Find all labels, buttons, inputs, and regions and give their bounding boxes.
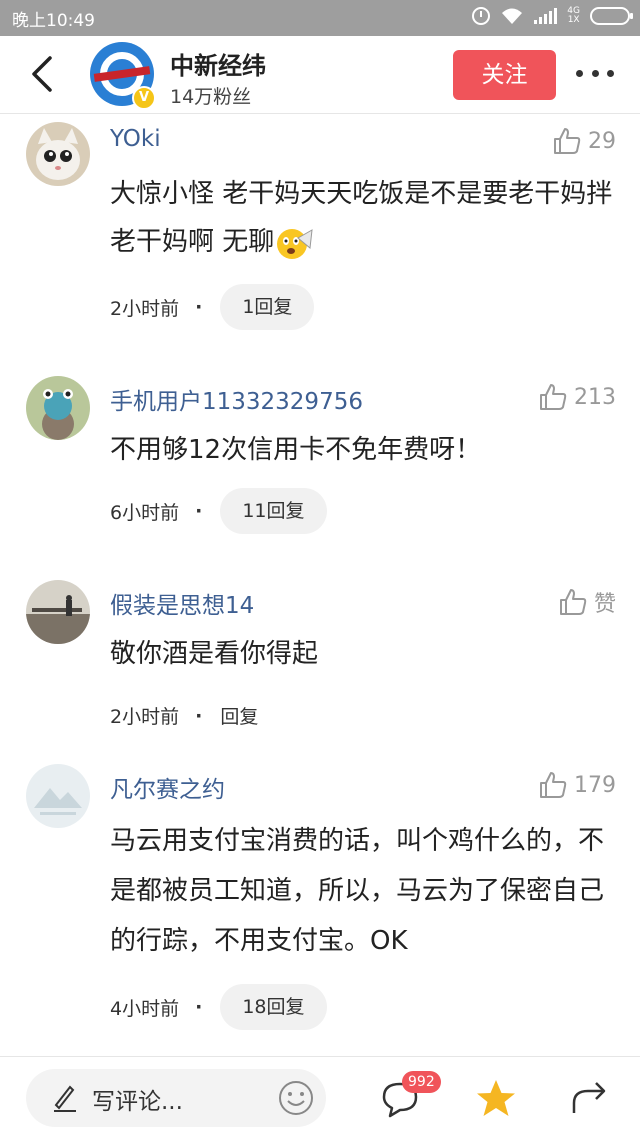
battery-icon — [590, 7, 633, 25]
favorite-star-icon[interactable] — [474, 1077, 518, 1121]
bottom-action-bar: 写评论... 992 — [0, 1056, 640, 1138]
comment-time: 2小时前 — [110, 706, 180, 728]
like-count: 29 — [588, 128, 616, 154]
like-count: 赞 — [593, 592, 616, 617]
comment-username[interactable]: YOki — [110, 126, 161, 152]
pen-icon — [54, 1085, 76, 1112]
comment-text: 大惊小怪 老干妈天天吃饭是不是要老干妈拌老干妈啊 无聊 — [110, 170, 620, 266]
separator-dot: · — [195, 996, 203, 1018]
alarm-icon — [472, 7, 491, 25]
separator-dot: · — [195, 296, 203, 318]
write-comment-placeholder: 写评论... — [92, 1089, 183, 1115]
user-avatar[interactable] — [26, 376, 90, 440]
reply-button[interactable]: 11回复 — [220, 488, 327, 534]
back-arrow-icon — [32, 56, 52, 92]
status-bar: 晚上10:49 4G 1X — [0, 0, 640, 36]
comment-text: 不用够12次信用卡不免年费呀！ — [110, 435, 482, 465]
like-button[interactable]: 179 — [538, 770, 616, 800]
emoji-icon — [277, 228, 313, 259]
verified-badge: V — [132, 86, 156, 110]
account-name[interactable]: 中新经纬 — [170, 46, 266, 81]
thumbs-up-icon — [554, 128, 581, 154]
default-user-avatar-icon — [26, 376, 90, 440]
signal-icon — [534, 8, 558, 24]
thumbs-up-icon — [559, 589, 587, 615]
cat-avatar-icon — [26, 122, 90, 186]
network-type: 4G 1X — [567, 6, 580, 25]
status-time: 晚上10:49 — [12, 11, 95, 31]
comment-text: 敬你酒是看你得起 — [110, 639, 319, 669]
thumbs-up-icon — [540, 772, 567, 798]
back-button[interactable] — [26, 54, 62, 94]
status-icons: 4G 1X — [472, 6, 633, 26]
reply-button[interactable]: 18回复 — [220, 984, 327, 1030]
comment-time: 4小时前 — [110, 997, 180, 1020]
separator-dot: · — [195, 704, 203, 727]
separator-dot: · — [195, 500, 203, 522]
user-avatar[interactable] — [26, 764, 90, 828]
comment-username[interactable]: 手机用户11332329756 — [110, 382, 363, 416]
fans-count: 14万粉丝 — [170, 86, 252, 108]
comment-time: 6小时前 — [110, 501, 180, 524]
comment-username[interactable]: 假装是思想14 — [110, 586, 254, 620]
comment-time: 2小时前 — [110, 297, 180, 320]
emoji-picker-icon[interactable] — [278, 1080, 314, 1116]
user-avatar[interactable] — [26, 580, 90, 644]
follow-button[interactable]: 关注 — [453, 50, 556, 100]
like-button[interactable]: 29 — [552, 126, 616, 156]
placeholder-image-avatar-icon — [26, 764, 90, 828]
comment-meta: 2小时前 · 1回复 — [110, 284, 315, 330]
comment-meta: 6小时前 · 11回复 — [110, 488, 327, 534]
reply-button[interactable]: 1回复 — [220, 284, 315, 330]
user-avatar[interactable] — [26, 122, 90, 186]
like-count: 213 — [574, 384, 616, 410]
comment-meta: 4小时前 · 18回复 — [110, 984, 327, 1030]
more-options-button[interactable] — [576, 70, 614, 80]
comment-meta: 2小时前 · 回复 — [110, 702, 258, 729]
reply-button[interactable]: 回复 — [220, 702, 258, 729]
wifi-icon — [502, 8, 523, 24]
comment-username[interactable]: 凡尔赛之约 — [110, 770, 225, 804]
share-icon[interactable] — [570, 1077, 610, 1117]
landscape-avatar-icon — [26, 580, 90, 644]
write-comment-input[interactable]: 写评论... — [26, 1069, 326, 1127]
comment-text: 马云用支付宝消费的话，叫个鸡什么的，不是都被员工知道，所以，马云为了保密自己的行… — [110, 826, 605, 956]
thumbs-up-icon — [540, 384, 567, 410]
account-header: V 中新经纬 14万粉丝 关注 — [0, 36, 640, 114]
like-button[interactable]: 赞 — [558, 586, 616, 618]
comment-count-badge: 992 — [402, 1071, 441, 1093]
like-button[interactable]: 213 — [538, 382, 616, 412]
like-count: 179 — [574, 772, 616, 798]
